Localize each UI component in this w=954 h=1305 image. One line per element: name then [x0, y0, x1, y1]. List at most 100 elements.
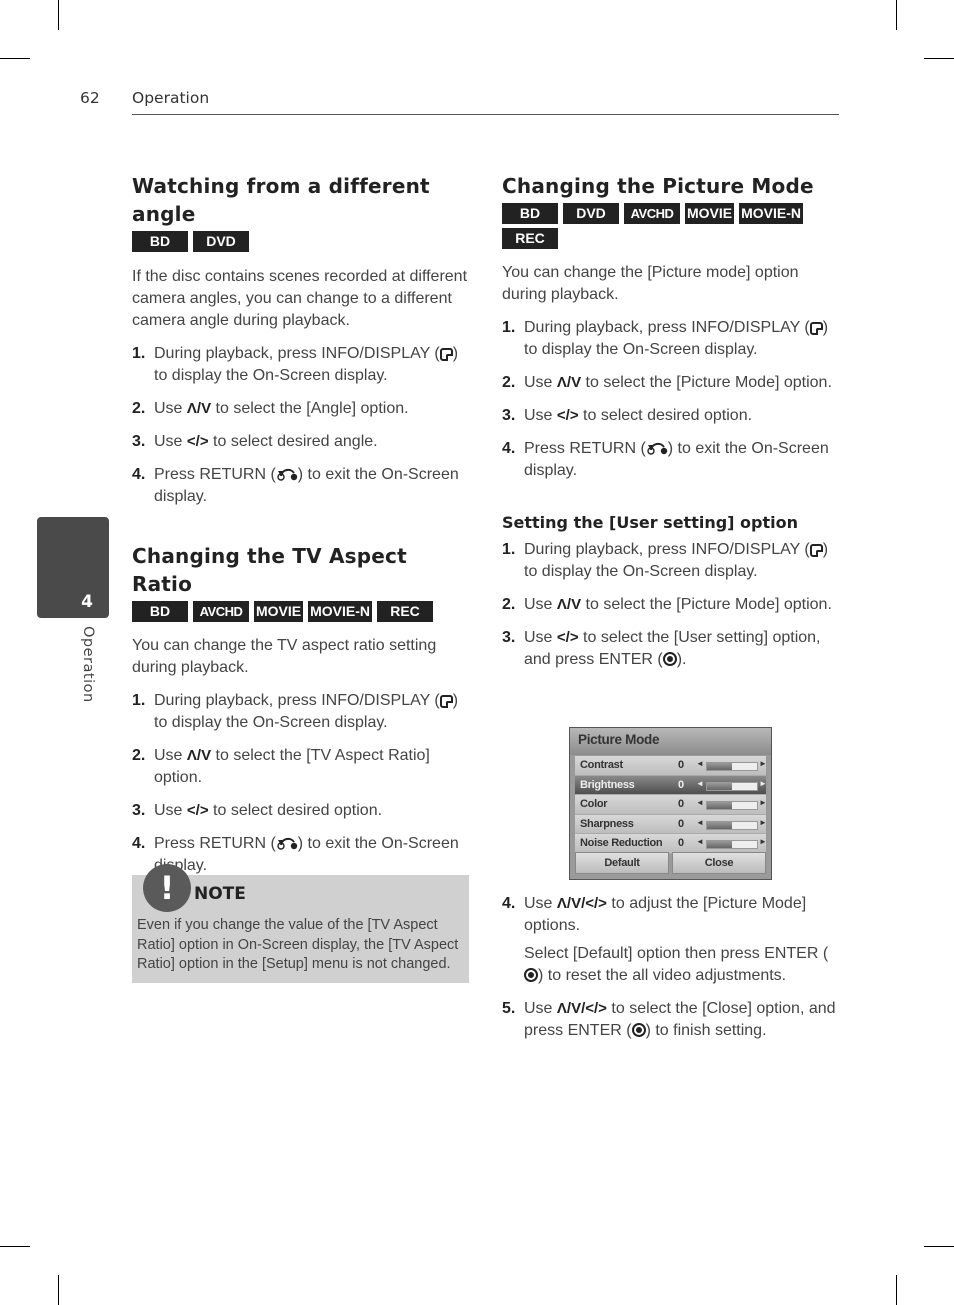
step-item: 2. Use Λ/V to select the [Angle] option.: [132, 398, 472, 420]
note-body: Even if you change the value of the [TV …: [137, 917, 459, 972]
chapter-label: Operation: [80, 626, 96, 703]
section-title: Changing the Picture Mode: [502, 174, 814, 198]
step-number: 1.: [502, 541, 516, 558]
navigation-keys: Λ/V: [186, 747, 212, 764]
step-number: 2.: [132, 747, 146, 764]
step-item: 3. Use </> to select desired angle.: [132, 431, 472, 453]
osd-row-value: 0: [678, 778, 685, 791]
left-arrow-icon[interactable]: ◄: [696, 837, 704, 846]
crop-mark: [924, 58, 954, 59]
osd-slider[interactable]: [706, 762, 758, 771]
osd-slider-fill: [707, 782, 732, 790]
enter-icon: [631, 1023, 646, 1037]
osd-slider[interactable]: [706, 820, 758, 830]
return-icon: [276, 835, 298, 850]
note-title: NOTE: [194, 884, 246, 904]
section-intro: If the disc contains scenes recorded at …: [132, 268, 468, 329]
osd-slider[interactable]: [706, 840, 758, 850]
navigation-keys: Λ/V: [556, 596, 582, 613]
step-number: 2.: [132, 400, 146, 417]
step-number: 3.: [502, 407, 516, 424]
badge-dvd: DVD: [193, 231, 249, 252]
step-item: 1. During playback, press INFO/DISPLAY ()…: [502, 319, 829, 358]
left-arrow-icon[interactable]: ◄: [696, 779, 704, 788]
right-arrow-icon[interactable]: ►: [759, 818, 767, 827]
right-column-continued: 4. Use Λ/V/</> to adjust the [Picture Mod…: [502, 893, 842, 1053]
section-tv-aspect-ratio: Changing the TV Aspect Ratio BD AVCHD MOVI…: [132, 542, 472, 877]
step-number: 2.: [502, 374, 516, 391]
right-arrow-icon[interactable]: ►: [759, 837, 767, 846]
badge-avchd: AVCHD: [193, 601, 249, 622]
right-arrow-icon[interactable]: ►: [759, 759, 767, 768]
osd-slider[interactable]: [706, 781, 758, 791]
osd-row-sharpness[interactable]: Sharpness 0 ◄ ►: [575, 814, 767, 835]
right-arrow-icon[interactable]: ►: [759, 798, 767, 807]
badge-bd: BD: [132, 231, 188, 252]
navigation-keys: Λ/V: [556, 374, 582, 391]
osd-row-value: 0: [678, 817, 685, 830]
step-item: 1. During playback, press INFO/DISPLAY ()…: [502, 541, 829, 580]
osd-row-label: Brightness: [580, 778, 635, 791]
step-list: 1. During playback, press INFO/DISPLAY ()…: [132, 690, 472, 877]
left-arrow-icon[interactable]: ◄: [696, 759, 704, 768]
step-item: 2. Use Λ/V to select the [Picture Mode] o…: [502, 372, 842, 394]
subsection-title: Setting the [User setting] option: [502, 513, 799, 532]
osd-slider-fill: [707, 763, 732, 770]
disc-badges: BD AVCHD MOVIE MOVIE-N REC: [132, 601, 472, 622]
step-number: 1.: [132, 345, 146, 362]
step-item: 5. Use Λ/V/</> to select the [Close] opti…: [502, 1000, 836, 1039]
osd-title: Picture Mode: [570, 728, 771, 755]
osd-row-brightness[interactable]: Brightness 0 ◄ ►: [575, 775, 767, 796]
step-item: 3. Use </> to select desired option.: [502, 405, 842, 427]
navigation-keys: Λ/V/</>: [556, 895, 607, 912]
crop-mark: [0, 58, 30, 59]
enter-icon: [524, 968, 538, 982]
badge-rec: REC: [502, 228, 558, 249]
step-item: 1. During playback, press INFO/DISPLAY ()…: [132, 692, 459, 731]
step-list: 1. During playback, press INFO/DISPLAY ()…: [502, 317, 842, 482]
chapter-tab: 4: [37, 517, 109, 618]
crop-mark: [58, 0, 59, 30]
navigation-keys: </>: [186, 433, 209, 450]
badge-movie-n: MOVIE-N: [308, 601, 373, 622]
enter-icon: [662, 652, 677, 666]
section-user-setting: Setting the [User setting] option 1. Duri…: [502, 512, 842, 671]
step-number: 1.: [132, 692, 146, 709]
crop-mark: [924, 1246, 954, 1247]
step-item: 1. During playback, press INFO/DISPLAY ()…: [132, 345, 459, 384]
step-item: 3. Use </> to select the [User setting] o…: [502, 629, 821, 668]
step-note: Select [Default] option then press ENTER…: [524, 945, 829, 984]
osd-row-color[interactable]: Color 0 ◄ ►: [575, 795, 767, 815]
disc-badges: BD DVD AVCHD MOVIE MOVIE-N REC: [502, 203, 822, 249]
step-number: 3.: [132, 802, 146, 819]
disc-badges: BD DVD: [132, 231, 472, 252]
osd-slider[interactable]: [706, 801, 758, 811]
osd-row-contrast[interactable]: Contrast 0 ◄ ►: [575, 756, 767, 776]
osd-slider-fill: [707, 821, 732, 829]
section-intro: You can change the [Picture mode] option…: [502, 264, 799, 303]
osd-settings-list: Contrast 0 ◄ ► Brightness 0 ◄ ► Color 0 ◄ ► Sharpnes…: [575, 756, 767, 854]
step-item: 2. Use Λ/V to select the [Picture Mode] o…: [502, 594, 842, 616]
osd-slider-fill: [707, 841, 732, 849]
info-display-icon: [439, 695, 453, 708]
info-display-icon: [439, 348, 453, 361]
left-arrow-icon[interactable]: ◄: [696, 818, 704, 827]
osd-row-label: Sharpness: [580, 817, 634, 830]
badge-bd: BD: [502, 203, 558, 224]
return-icon: [276, 466, 298, 481]
right-arrow-icon[interactable]: ►: [759, 779, 767, 788]
left-arrow-icon[interactable]: ◄: [696, 798, 704, 807]
info-display-icon: [809, 544, 823, 557]
osd-close-button[interactable]: Close: [672, 852, 766, 874]
crop-mark: [0, 1246, 30, 1247]
osd-row-label: Contrast: [580, 759, 623, 771]
step-item: 2. Use Λ/V to select the [TV Aspect Ratio…: [132, 747, 430, 786]
step-list: 1. During playback, press INFO/DISPLAY ()…: [132, 343, 472, 508]
info-display-icon: [809, 322, 823, 335]
navigation-keys: Λ/V/</>: [556, 1000, 607, 1017]
osd-default-button[interactable]: Default: [575, 852, 669, 874]
step-number: 1.: [502, 319, 516, 336]
badge-bd: BD: [132, 601, 188, 622]
crop-mark: [896, 1275, 897, 1305]
left-column: Watching from a different angle BD DVD If…: [132, 172, 472, 888]
